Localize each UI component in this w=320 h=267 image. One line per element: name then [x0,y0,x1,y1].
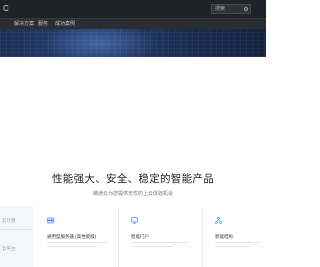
search-input[interactable]: 搜索 [211,4,251,14]
nav-item-services[interactable]: 服务 [38,21,48,28]
product-card-cloud-server[interactable]: 通用型服务器 (高性能版) [44,208,119,267]
product-section: 云计算 云平台 通用型服务器 (高性能版) 智能门户 智能结构 [0,206,266,267]
card-description [47,242,115,252]
portal-icon [131,217,138,224]
menu-item-cloud-computing[interactable]: 云计算 [2,218,16,224]
search-placeholder: 搜索 [215,6,226,12]
logo[interactable]: C [3,4,9,13]
hero-banner-image [0,29,266,57]
card-description [131,242,199,252]
card-description [215,242,263,252]
product-card-smart-portal[interactable]: 智能门户 [128,208,203,267]
card-title: 智能门户 [131,234,149,239]
cloud-server-icon [47,217,54,224]
search-icon[interactable] [244,7,248,11]
nav-item-solutions[interactable]: 解决方案 [14,21,34,28]
card-title: 智能结构 [215,234,233,239]
section-title: 性能强大、安全、稳定的智能产品 [52,173,214,185]
menu-item-cloud-platform[interactable]: 云平台 [2,246,16,252]
product-card-smart-structure[interactable]: 智能结构 [212,208,266,267]
nav-item-cases[interactable]: 成功案例 [55,21,75,28]
card-title: 通用型服务器 (高性能版) [47,234,97,239]
top-header: C 搜索 [0,0,266,18]
menu-divider [0,229,33,230]
product-category-menu: 云计算 云平台 [0,206,33,267]
section-subtitle: 精通云为您提供无忧的上云体验机会 [92,191,173,197]
main-nav: 解决方案 服务 成功案例 [0,18,266,29]
structure-icon [215,217,222,224]
